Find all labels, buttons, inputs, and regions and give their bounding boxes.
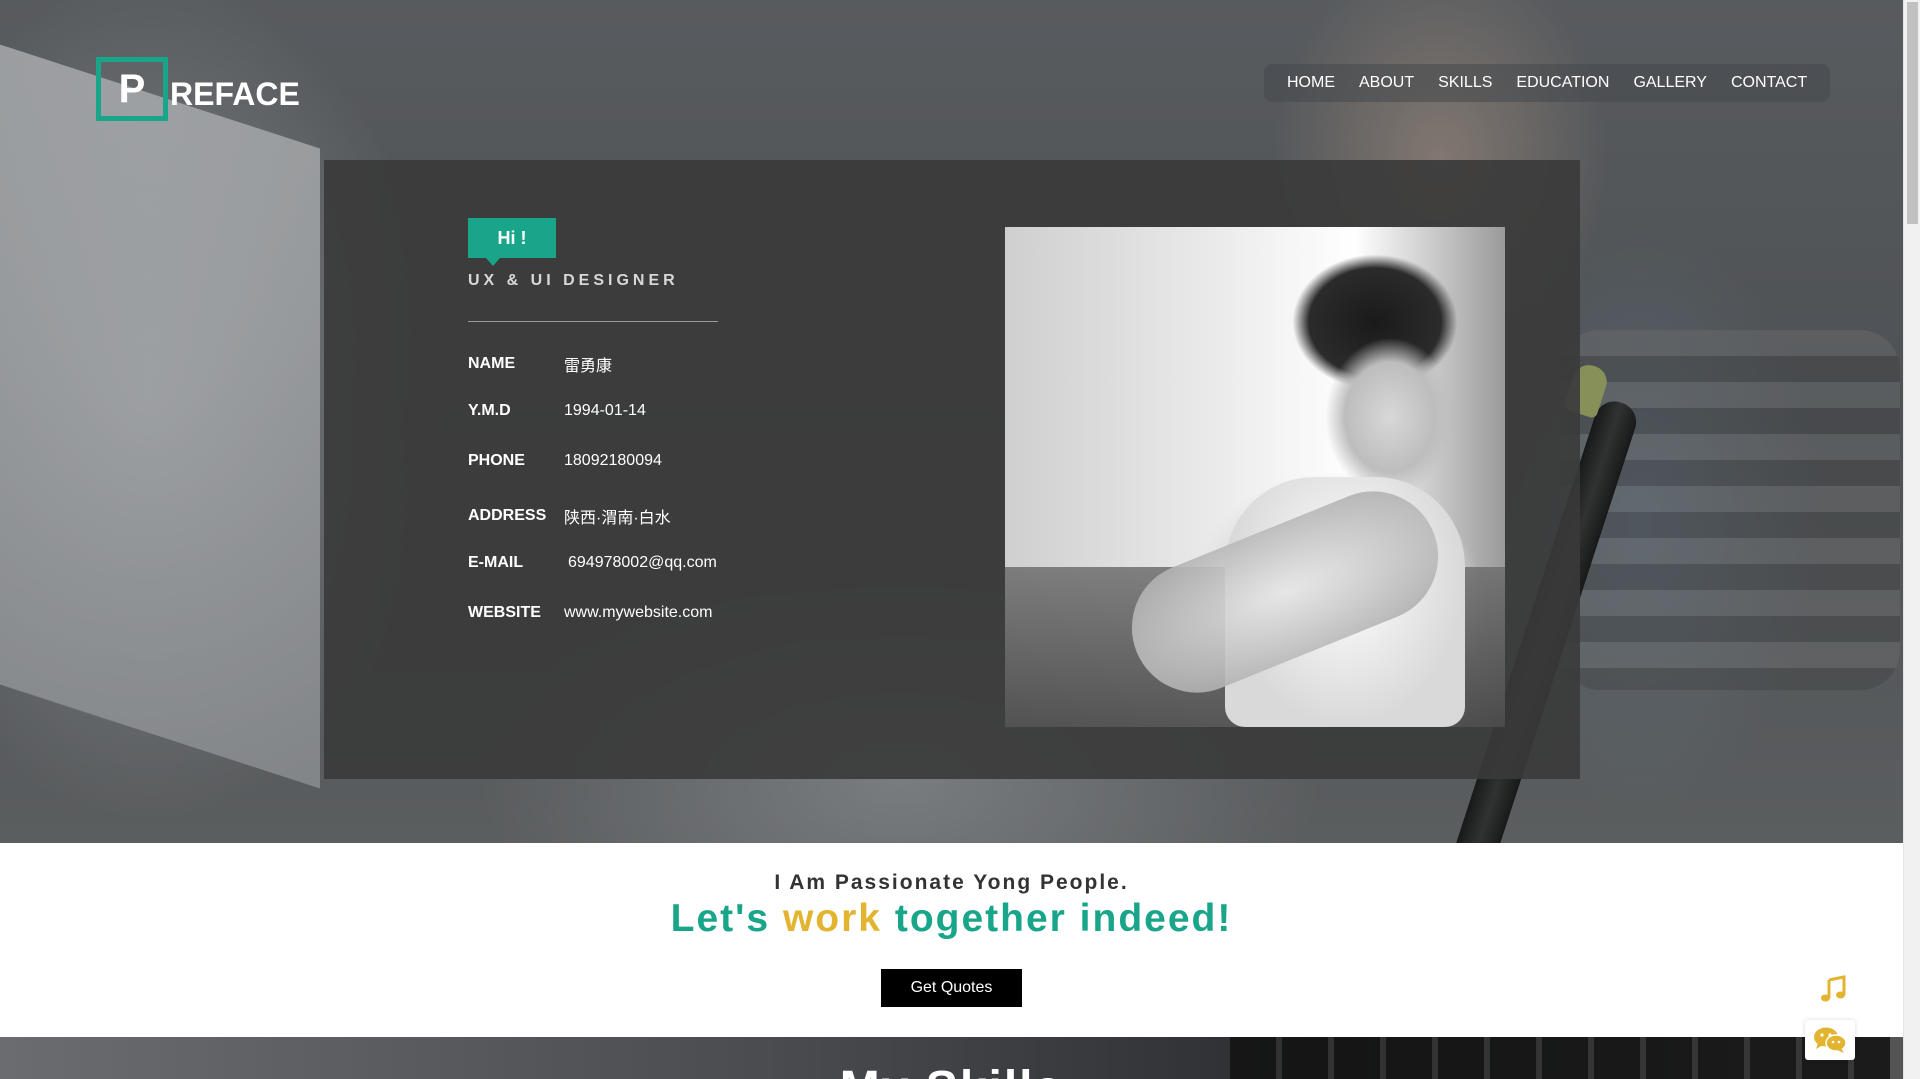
skills-section-title: My Skills (0, 1061, 1903, 1079)
greeting-badge: Hi ! (468, 218, 556, 266)
info-label: PHONE (468, 452, 525, 469)
nav-about[interactable]: ABOUT (1359, 74, 1414, 92)
page-scrollbar[interactable] (1903, 0, 1920, 1079)
nav-skills[interactable]: SKILLS (1438, 74, 1492, 92)
info-label: NAME (468, 355, 516, 372)
band-title: Let's work together indeed! (0, 897, 1903, 941)
band-subtitle: I Am Passionate Yong People. (774, 871, 1129, 894)
cta-band: I Am Passionate Yong People. Let's work … (0, 843, 1903, 1037)
profile-card: Hi ! UX & UI DESIGNER NAME 雷勇康 Y.M.D 199… (324, 160, 1580, 779)
info-row-birthdate: Y.M.D 1994-01-14 (468, 402, 646, 420)
nav-home[interactable]: HOME (1287, 74, 1335, 92)
wechat-glyph (1814, 1027, 1847, 1053)
main-nav: HOME ABOUT SKILLS EDUCATION GALLERY CONT… (1264, 64, 1831, 102)
info-row-email: E-MAIL 694978002@qq.com (468, 554, 717, 572)
skills-section-preview: My Skills (0, 1037, 1903, 1079)
nav-contact[interactable]: CONTACT (1731, 74, 1807, 92)
info-row-name: NAME 雷勇康 (468, 352, 612, 376)
role-title: UX & UI DESIGNER (468, 272, 679, 289)
profile-divider (468, 321, 718, 322)
logo-letter-box: P (96, 57, 168, 121)
info-value[interactable]: 694978002@qq.com (568, 554, 717, 572)
info-row-address: ADDRESS 陕西·渭南·白水 (468, 504, 671, 528)
scrollbar-thumb[interactable] (1907, 2, 1918, 224)
nav-gallery[interactable]: GALLERY (1633, 74, 1707, 92)
hero-section: P REFACE HOME ABOUT SKILLS EDUCATION GAL… (0, 0, 1903, 843)
info-value[interactable]: www.mywebsite.com (564, 604, 712, 622)
info-row-website: WEBSITE www.mywebsite.com (468, 604, 712, 622)
info-value: 1994-01-14 (564, 402, 646, 419)
info-label: Y.M.D (468, 402, 511, 419)
info-row-phone: PHONE 18092180094 (468, 452, 662, 470)
logo-text: REFACE (170, 76, 300, 112)
info-value: 18092180094 (564, 452, 662, 469)
profile-photo (1005, 227, 1505, 727)
info-value: 雷勇康 (564, 358, 613, 375)
get-quotes-button[interactable]: Get Quotes (881, 969, 1022, 1007)
band-title-highlight: work (782, 897, 882, 940)
info-label: WEBSITE (468, 604, 541, 621)
site-logo[interactable]: P REFACE (96, 57, 300, 121)
page-viewport: P REFACE HOME ABOUT SKILLS EDUCATION GAL… (0, 0, 1903, 1079)
info-label: ADDRESS (468, 507, 547, 524)
info-label: E-MAIL (468, 554, 524, 571)
music-note-icon[interactable] (1815, 971, 1851, 1007)
band-title-part1: Let's (670, 897, 783, 940)
info-value: 陕西·渭南·白水 (564, 510, 671, 527)
band-title-part3: together indeed! (882, 897, 1233, 940)
nav-education[interactable]: EDUCATION (1516, 74, 1609, 92)
music-note-glyph (1821, 975, 1846, 1002)
wechat-icon[interactable] (1805, 1020, 1855, 1060)
